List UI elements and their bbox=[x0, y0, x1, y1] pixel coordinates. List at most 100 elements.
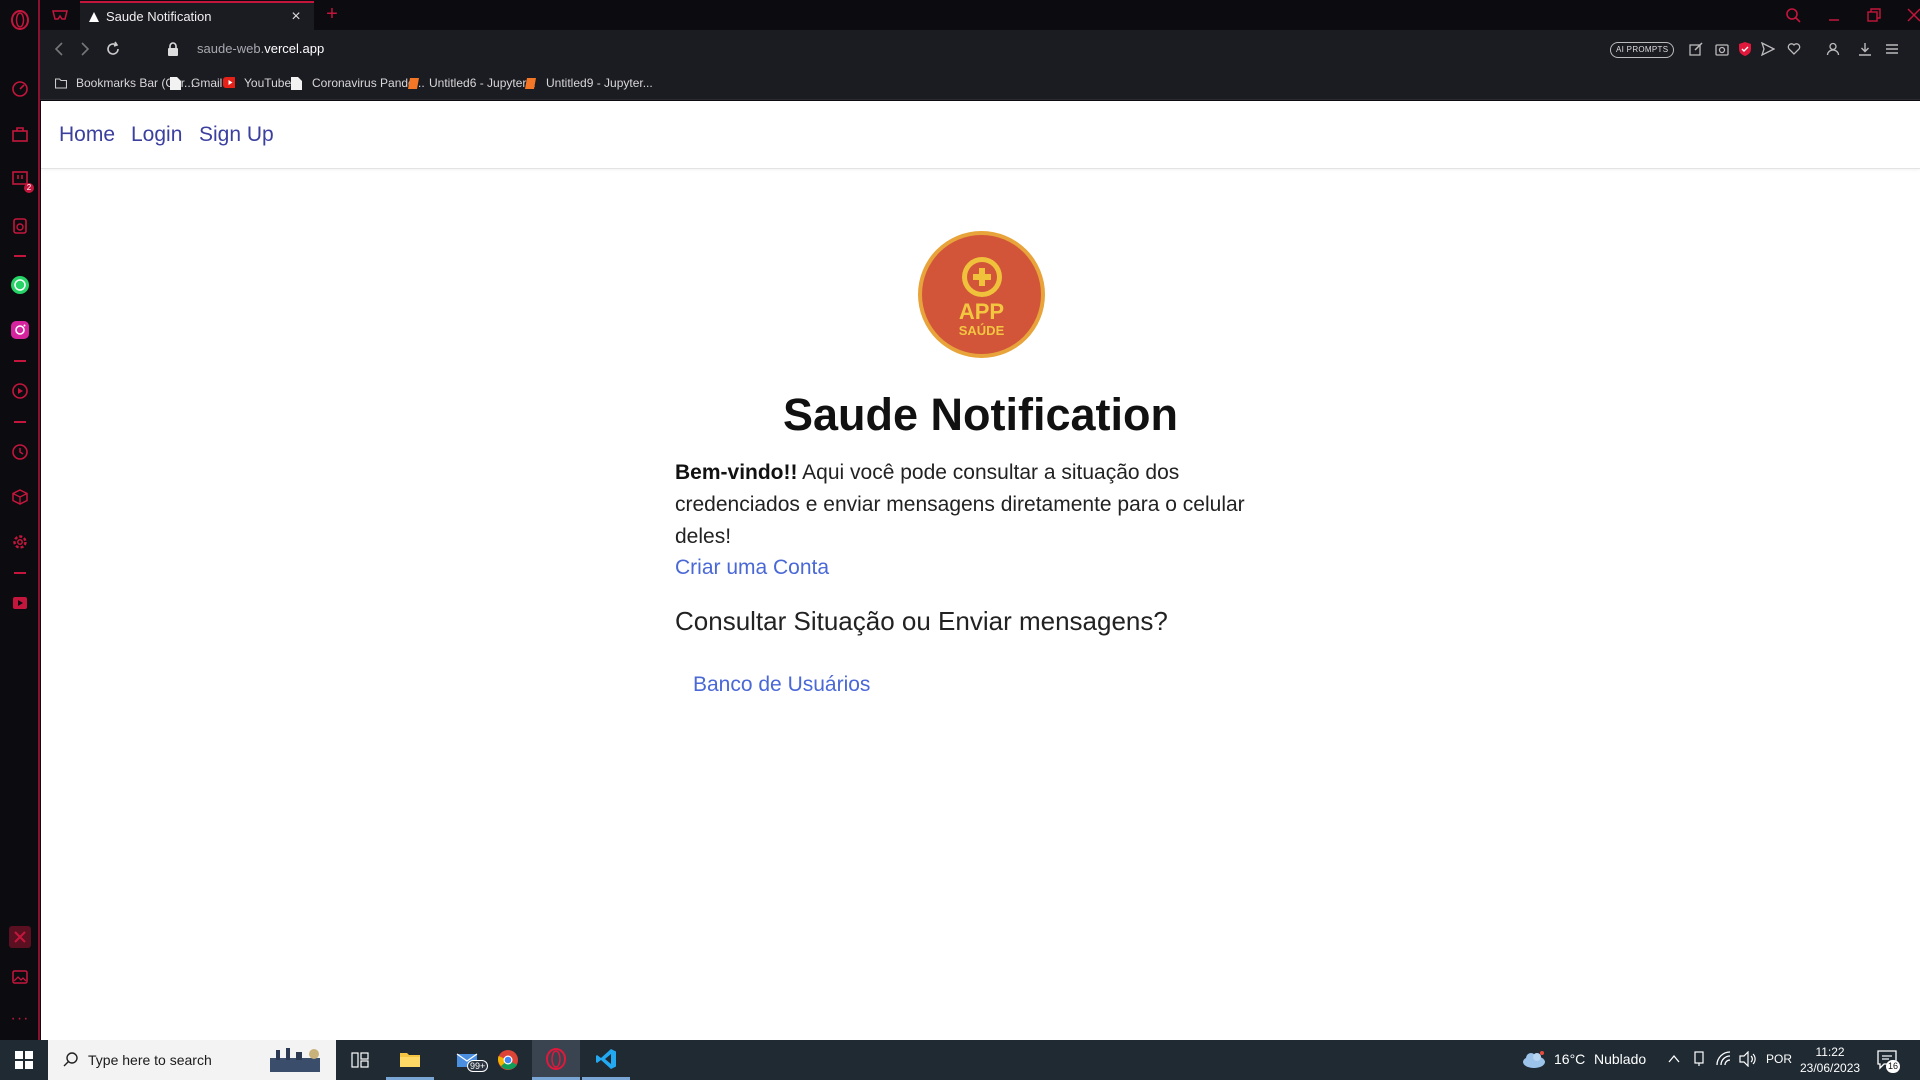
welcome-paragraph: Bem-vindo!! Aqui você pode consultar a s… bbox=[675, 457, 1295, 553]
opera-logo-icon[interactable] bbox=[9, 9, 31, 31]
page-icon bbox=[291, 76, 302, 90]
twitch-badge: 2 bbox=[24, 183, 34, 193]
url-prefix: saude-web. bbox=[197, 41, 265, 56]
clock[interactable]: 11:22 23/06/2023 bbox=[1800, 1044, 1860, 1076]
weather-description[interactable]: Nublado bbox=[1594, 1051, 1646, 1067]
nav-home-link[interactable]: Home bbox=[59, 123, 115, 147]
welcome-bold: Bem-vindo!! bbox=[675, 461, 798, 484]
search-tabs-icon[interactable] bbox=[1777, 2, 1809, 28]
vscode-icon bbox=[596, 1048, 616, 1069]
usb-device-icon[interactable] bbox=[1692, 1051, 1706, 1067]
shield-icon[interactable] bbox=[1735, 39, 1755, 59]
vscode-button[interactable] bbox=[582, 1040, 630, 1080]
logo-line2: SAÚDE bbox=[958, 323, 1005, 338]
menu-icon[interactable] bbox=[1882, 39, 1902, 59]
weather-cloud-icon bbox=[1523, 1051, 1545, 1068]
settings-icon[interactable] bbox=[9, 531, 31, 553]
task-view-button[interactable] bbox=[336, 1040, 384, 1080]
opera-gx-icon bbox=[546, 1047, 566, 1070]
bookmark-label: Gmail bbox=[191, 76, 223, 90]
nav-login-link[interactable]: Login bbox=[131, 123, 182, 147]
workspace-icon[interactable] bbox=[9, 926, 31, 948]
wifi-icon[interactable] bbox=[1716, 1051, 1732, 1067]
search-placeholder: Type here to search bbox=[88, 1052, 212, 1068]
heart-icon[interactable] bbox=[1784, 39, 1804, 59]
speed-dial-icon[interactable] bbox=[9, 78, 31, 100]
bookmark-coronavirus[interactable]: Coronavirus Pande... bbox=[291, 76, 425, 90]
bookmark-label: Untitled6 - Jupyter... bbox=[429, 76, 536, 90]
twitch-icon[interactable]: 2 bbox=[9, 168, 34, 193]
new-tab-button[interactable]: + bbox=[322, 3, 342, 25]
taskbar-search[interactable]: Type here to search bbox=[48, 1040, 336, 1080]
weather-temperature[interactable]: 16°C bbox=[1554, 1051, 1585, 1067]
whatsapp-icon[interactable] bbox=[9, 274, 31, 296]
chevron-up-icon[interactable] bbox=[1668, 1054, 1680, 1064]
shopping-icon[interactable] bbox=[9, 123, 31, 145]
jupyter-icon bbox=[408, 77, 419, 89]
bookmark-untitled6[interactable]: Untitled6 - Jupyter... bbox=[408, 76, 536, 90]
youtube-icon bbox=[223, 76, 235, 88]
gallery-icon[interactable] bbox=[9, 966, 31, 988]
bookmark-untitled9[interactable]: Untitled9 - Jupyter... bbox=[525, 76, 653, 90]
chrome-icon bbox=[498, 1050, 518, 1070]
folder-icon bbox=[400, 1052, 420, 1067]
back-button[interactable] bbox=[48, 38, 70, 60]
file-explorer-button[interactable] bbox=[386, 1040, 434, 1080]
url-domain: vercel.app bbox=[264, 41, 325, 56]
language-indicator[interactable]: POR bbox=[1766, 1052, 1792, 1066]
notifications-button[interactable]: 16 bbox=[1876, 1048, 1900, 1073]
medical-cross-icon bbox=[962, 257, 1002, 297]
windows-logo-icon bbox=[15, 1051, 33, 1069]
minimize-button[interactable] bbox=[1818, 2, 1850, 28]
bookmark-youtube[interactable]: YouTube bbox=[223, 76, 291, 90]
edit-icon[interactable] bbox=[1686, 39, 1706, 59]
opera-gx-button[interactable] bbox=[532, 1040, 580, 1080]
bookmarks-bar: Bookmarks Bar (Chr... Gmail YouTube Coro… bbox=[40, 68, 1920, 100]
windows-taskbar: Type here to search 99+ 16°C Nublado POR bbox=[0, 1040, 1920, 1080]
profile-icon[interactable] bbox=[1823, 39, 1843, 59]
youtube-sidebar-icon[interactable] bbox=[9, 592, 31, 614]
tab-close-icon[interactable]: × bbox=[286, 7, 306, 27]
restore-button[interactable] bbox=[1858, 2, 1890, 28]
ai-prompts-button[interactable]: AI PROMPTS bbox=[1610, 42, 1675, 58]
vercel-favicon-icon bbox=[89, 11, 99, 22]
gx-controller-icon[interactable] bbox=[50, 6, 70, 24]
bookmark-label: YouTube bbox=[244, 76, 292, 90]
tab-saude-notification[interactable]: Saude Notification × bbox=[80, 1, 314, 30]
users-database-link[interactable]: Banco de Usuários bbox=[693, 673, 870, 697]
tab-bar: Saude Notification × + bbox=[40, 0, 1920, 30]
opera-sidebar: 2 ··· bbox=[0, 0, 40, 1040]
more-icon[interactable]: ··· bbox=[9, 1008, 31, 1030]
forward-button[interactable] bbox=[74, 38, 96, 60]
download-icon[interactable] bbox=[1855, 39, 1875, 59]
volume-icon[interactable] bbox=[1739, 1051, 1757, 1067]
search-icon bbox=[63, 1052, 78, 1067]
address-bar: saude-web.vercel.app AI PROMPTS bbox=[40, 30, 1920, 68]
nav-signup-link[interactable]: Sign Up bbox=[199, 123, 274, 147]
chrome-button[interactable] bbox=[484, 1040, 532, 1080]
extensions-icon[interactable] bbox=[9, 486, 31, 508]
bookmark-gmail[interactable]: Gmail bbox=[170, 76, 222, 90]
video-icon[interactable] bbox=[9, 380, 31, 402]
reload-button[interactable] bbox=[102, 38, 124, 60]
url-field[interactable]: saude-web.vercel.app bbox=[197, 41, 324, 56]
start-button[interactable] bbox=[0, 1040, 48, 1080]
close-window-button[interactable] bbox=[1898, 2, 1920, 28]
send-icon[interactable] bbox=[1758, 39, 1778, 59]
instagram-icon[interactable] bbox=[9, 319, 31, 341]
create-account-link[interactable]: Criar uma Conta bbox=[675, 556, 829, 580]
logo-line1: APP bbox=[958, 299, 1005, 324]
web-page: Home Login Sign Up APP SAÚDE Saude Notif… bbox=[41, 101, 1920, 1040]
folder-icon bbox=[55, 77, 67, 89]
tab-title: Saude Notification bbox=[106, 9, 212, 24]
search-highlight-icon bbox=[270, 1048, 320, 1072]
bookmark-label: Untitled9 - Jupyter... bbox=[546, 76, 653, 90]
snapshot-icon[interactable] bbox=[1712, 39, 1732, 59]
player-icon[interactable] bbox=[9, 215, 31, 237]
clock-time: 11:22 bbox=[1815, 1045, 1845, 1059]
app-saude-logo: APP SAÚDE bbox=[918, 231, 1045, 358]
question-heading: Consultar Situação ou Enviar mensagens? bbox=[675, 606, 1168, 636]
lock-icon[interactable] bbox=[166, 41, 180, 57]
history-icon[interactable] bbox=[9, 441, 31, 463]
page-icon bbox=[170, 76, 181, 90]
